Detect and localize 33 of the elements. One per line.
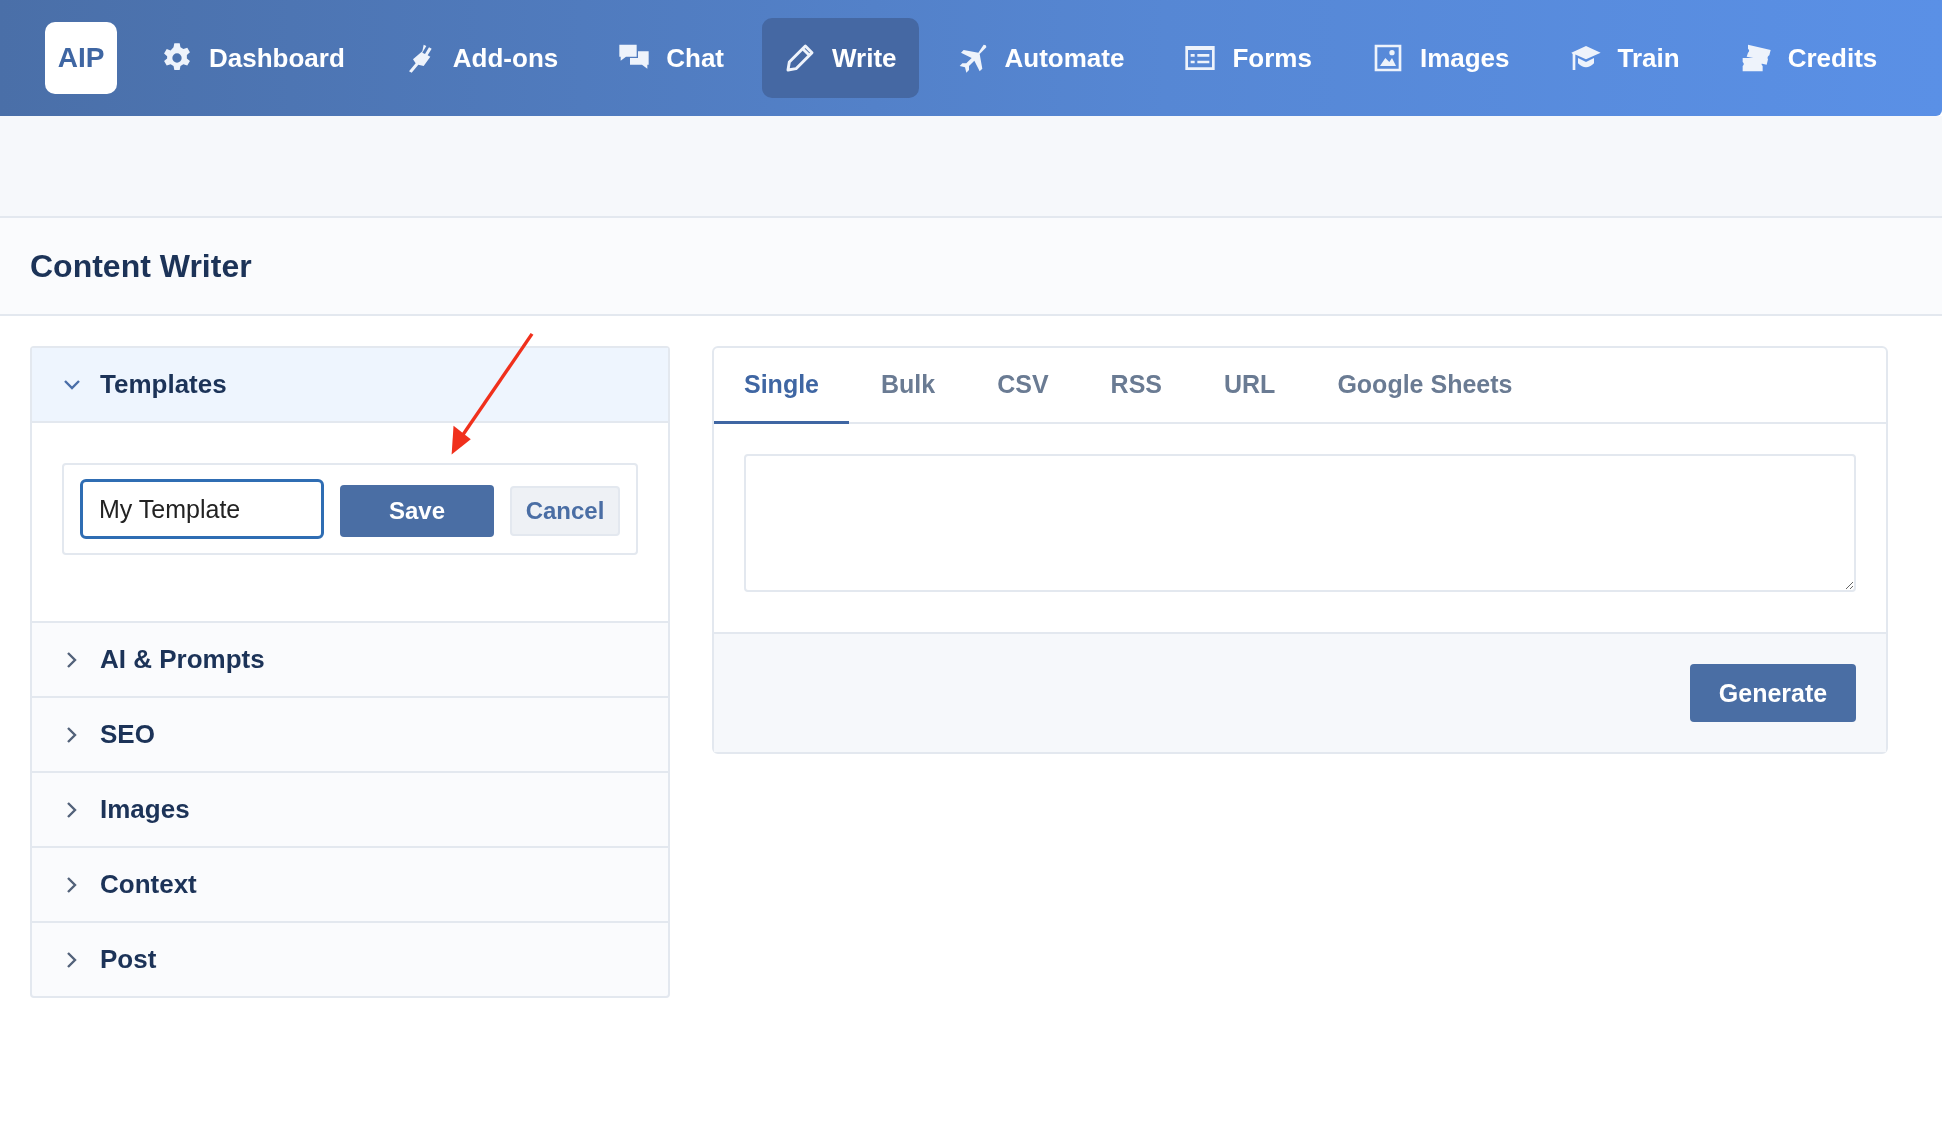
section-title: Templates	[100, 369, 227, 400]
nav-item[interactable]: Write	[762, 18, 919, 98]
section-title: AI & Prompts	[100, 644, 265, 675]
template-name-field[interactable]: My Template	[80, 479, 324, 539]
nav-item[interactable]: Add-ons	[382, 18, 581, 98]
section-title: Images	[100, 794, 190, 825]
save-button[interactable]: Save	[340, 485, 494, 537]
logo[interactable]: AIP	[45, 22, 117, 94]
nav-item[interactable]: Train	[1547, 18, 1702, 98]
section-header[interactable]: Post	[32, 923, 668, 996]
nav-item[interactable]: Chat	[596, 18, 746, 98]
section-header[interactable]: Templates	[32, 348, 668, 423]
section-header[interactable]: Context	[32, 848, 668, 921]
section-header[interactable]: SEO	[32, 698, 668, 771]
section-header[interactable]: Images	[32, 773, 668, 846]
tab[interactable]: Google Sheets	[1307, 348, 1543, 424]
tab[interactable]: Bulk	[851, 348, 966, 424]
nav-item[interactable]: Images	[1349, 18, 1532, 98]
nav-item[interactable]: Credits	[1717, 18, 1900, 98]
section-header[interactable]: AI & Prompts	[32, 623, 668, 696]
cancel-button[interactable]: Cancel	[510, 486, 620, 536]
section-title: Post	[100, 944, 157, 975]
nav-item[interactable]: Automate	[934, 18, 1147, 98]
page-title: Content Writer	[30, 247, 252, 285]
nav-item[interactable]: Forms	[1162, 18, 1334, 98]
tab[interactable]: Single	[714, 348, 849, 424]
tab[interactable]: CSV	[967, 348, 1079, 424]
section-title: Context	[100, 869, 197, 900]
nav-item[interactable]: Dashboard	[139, 18, 367, 98]
tab[interactable]: URL	[1194, 348, 1306, 424]
section-title: SEO	[100, 719, 155, 750]
generate-button[interactable]: Generate	[1690, 664, 1856, 722]
tab[interactable]: RSS	[1080, 348, 1192, 424]
